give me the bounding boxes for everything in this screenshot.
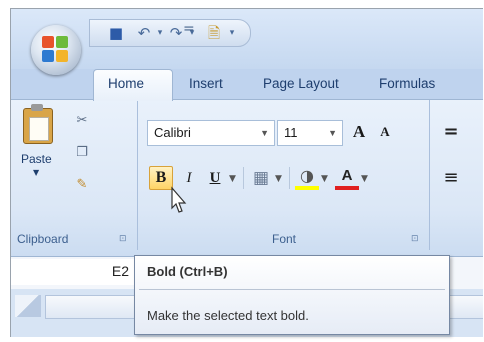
font-group: Calibri ▼ 11 ▼ A A B I U ▼ ▦ ▼ ◑ ▼ A ▼ F… (139, 100, 430, 250)
paste-icon (23, 108, 53, 144)
borders-icon[interactable]: ▦ (249, 166, 273, 190)
font-name-combo[interactable]: Calibri ▼ (147, 120, 275, 146)
font-launcher-icon[interactable]: ⊡ (411, 234, 421, 244)
tab-formulas[interactable]: Formulas (379, 76, 435, 91)
shrink-font-button[interactable]: A (373, 120, 397, 144)
mouse-cursor-icon (171, 186, 187, 213)
font-color-dropdown-icon[interactable]: ▼ (361, 174, 368, 184)
tab-page-layout[interactable]: Page Layout (263, 76, 339, 91)
tab-home-label: Home (108, 76, 145, 91)
borders-dropdown-icon[interactable]: ▼ (275, 174, 282, 184)
office-logo-icon (42, 36, 70, 64)
top-align-button[interactable]: = (439, 120, 463, 144)
tooltip-title: Bold (Ctrl+B) (147, 264, 228, 279)
tab-home[interactable]: Home (93, 69, 173, 101)
ribbon-tabs: Home Insert Page Layout Formulas (11, 69, 483, 101)
clipboard-group-label: Clipboard (17, 232, 69, 246)
quick-access-toolbar: ■ ↶ ▾ ↷ ▾ 🗎 ▾ (89, 19, 251, 47)
clipboard-launcher-icon[interactable]: ⊡ (119, 234, 129, 244)
fill-color-dropdown-icon[interactable]: ▼ (321, 174, 328, 184)
font-name-value: Calibri (154, 125, 191, 140)
clipboard-group: Paste ▼ ✂ ❐ ✎ Clipboard ⊡ (11, 100, 138, 250)
customize-qat-icon[interactable]: = (183, 21, 195, 37)
alignment-group: = ≡ (431, 100, 483, 250)
font-size-combo[interactable]: 11 ▼ (277, 120, 343, 146)
underline-button[interactable]: U (203, 166, 227, 190)
name-box[interactable]: E2 (11, 259, 136, 285)
paste-dropdown-icon[interactable]: ▼ (33, 168, 39, 177)
cut-icon[interactable]: ✂ (73, 112, 91, 130)
font-color-icon[interactable]: A (335, 166, 359, 190)
format-painter-icon[interactable]: ✎ (73, 176, 91, 194)
font-group-label: Font (271, 232, 296, 246)
tab-insert[interactable]: Insert (189, 76, 223, 91)
qat-more-icon[interactable]: ▾ (222, 23, 242, 43)
fill-color-icon[interactable]: ◑ (295, 166, 319, 190)
chevron-down-icon[interactable]: ▼ (328, 121, 337, 145)
name-box-value: E2 (111, 263, 129, 279)
grow-font-button[interactable]: A (347, 120, 371, 144)
tooltip-description: Make the selected text bold. (147, 308, 309, 323)
paste-label: Paste (21, 152, 52, 166)
save-icon[interactable]: ■ (106, 23, 126, 43)
tooltip-divider (139, 289, 445, 290)
bold-tooltip: Bold (Ctrl+B) Make the selected text bol… (134, 255, 450, 335)
underline-dropdown-icon[interactable]: ▼ (229, 174, 236, 184)
select-all-button[interactable] (15, 295, 41, 317)
ribbon: Paste ▼ ✂ ❐ ✎ Clipboard ⊡ Calibri ▼ 11 ▼… (11, 99, 483, 257)
office-button[interactable] (31, 25, 81, 75)
font-size-value: 11 (284, 125, 298, 140)
align-left-button[interactable]: ≡ (439, 166, 463, 190)
title-bar: ■ ↶ ▾ ↷ ▾ 🗎 ▾ = (11, 9, 483, 69)
print-preview-icon[interactable]: 🗎 (204, 23, 224, 43)
chevron-down-icon[interactable]: ▼ (260, 121, 269, 145)
copy-icon[interactable]: ❐ (73, 144, 91, 162)
